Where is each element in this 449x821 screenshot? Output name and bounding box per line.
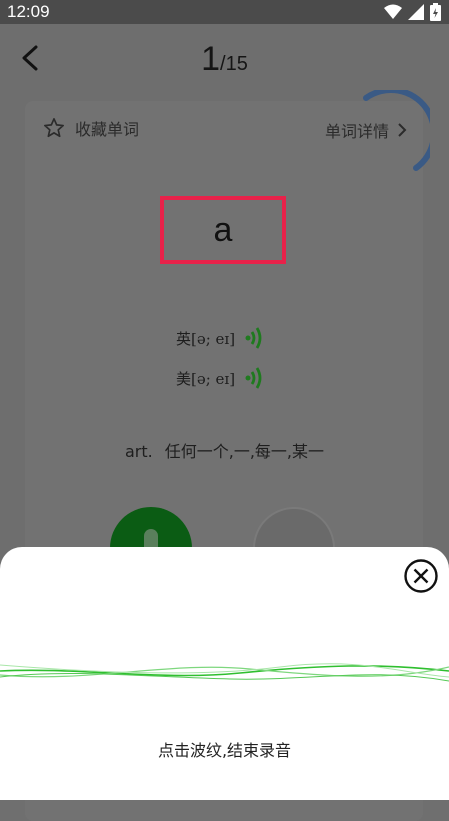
current-index: 1 <box>201 40 221 78</box>
favorite-button[interactable]: 收藏单词 <box>43 116 139 140</box>
recording-sheet: 点击波纹,结束录音 <box>0 547 449 800</box>
speaker-wave-icon[interactable] <box>245 366 263 390</box>
favorite-label: 收藏单词 <box>75 120 140 139</box>
meaning-text: 任何一个,一,每一,某一 <box>164 442 324 461</box>
status-bar: 12:09 <box>0 0 449 24</box>
status-time: 12:09 <box>7 2 50 21</box>
star-outline-icon <box>44 118 64 138</box>
recording-hint: 点击波纹,结束录音 <box>157 741 292 760</box>
phonetic-us[interactable]: 美[ə; eɪ] <box>176 366 263 390</box>
status-icons <box>384 3 441 21</box>
word-text: a <box>213 210 233 249</box>
battery-charging-icon <box>430 3 441 21</box>
phonetic-us-label: 美[ə; eɪ] <box>176 369 236 388</box>
phonetic-uk[interactable]: 英[ə; eɪ] <box>176 326 263 350</box>
sound-wave-icon[interactable] <box>0 647 449 695</box>
word-meaning: art. 任何一个,一,每一,某一 <box>0 438 449 462</box>
wifi-icon <box>384 4 402 19</box>
close-circle-icon[interactable] <box>403 558 439 594</box>
speaker-wave-icon[interactable] <box>245 326 263 350</box>
total-count: /15 <box>220 53 248 75</box>
signal-icon <box>408 4 424 20</box>
word-counter: 1/15 <box>0 40 449 79</box>
part-of-speech: art. <box>124 442 153 461</box>
word-display: a <box>160 196 286 264</box>
loading-spinner-icon <box>363 90 430 171</box>
phonetic-uk-label: 英[ə; eɪ] <box>176 329 236 348</box>
